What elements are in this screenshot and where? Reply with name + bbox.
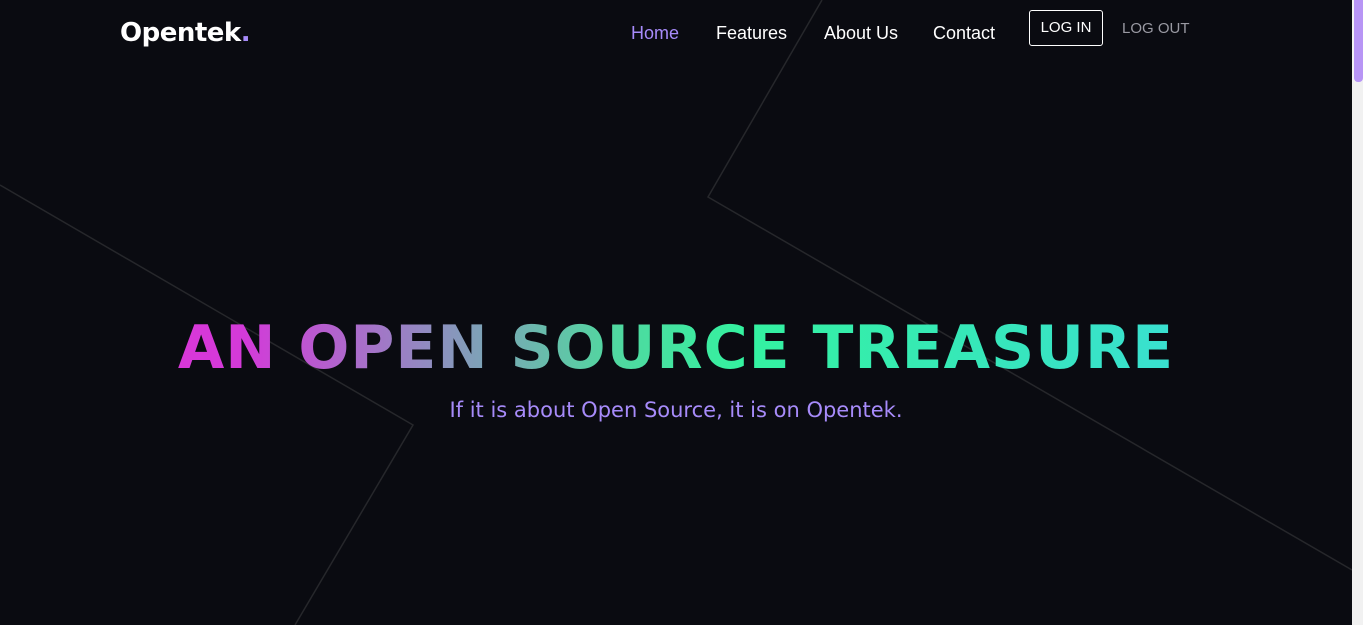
scrollbar-thumb[interactable]	[1354, 0, 1363, 82]
nav-contact[interactable]: Contact	[933, 21, 995, 45]
logo[interactable]: Opentek.	[120, 14, 251, 52]
hero-title: AN OPEN SOURCE TREASURE	[0, 312, 1352, 384]
page: Opentek. Home Features About Us Contact …	[0, 0, 1363, 625]
hero-subtitle: If it is about Open Source, it is on Ope…	[449, 398, 903, 422]
logout-button[interactable]: LOG OUT	[1122, 19, 1190, 39]
scrollbar[interactable]	[1352, 0, 1363, 625]
logo-dot: .	[240, 18, 251, 48]
logo-text: Opentek	[120, 18, 241, 48]
login-button[interactable]: LOG IN	[1029, 10, 1103, 46]
nav-about-us[interactable]: About Us	[824, 21, 898, 45]
background-line-right	[706, 0, 1352, 571]
nav-home[interactable]: Home	[631, 21, 679, 45]
navbar: Opentek. Home Features About Us Contact …	[0, 0, 1352, 66]
hero-title-text: AN OPEN SOURCE TREASURE	[177, 313, 1175, 383]
nav-features[interactable]: Features	[716, 21, 787, 45]
